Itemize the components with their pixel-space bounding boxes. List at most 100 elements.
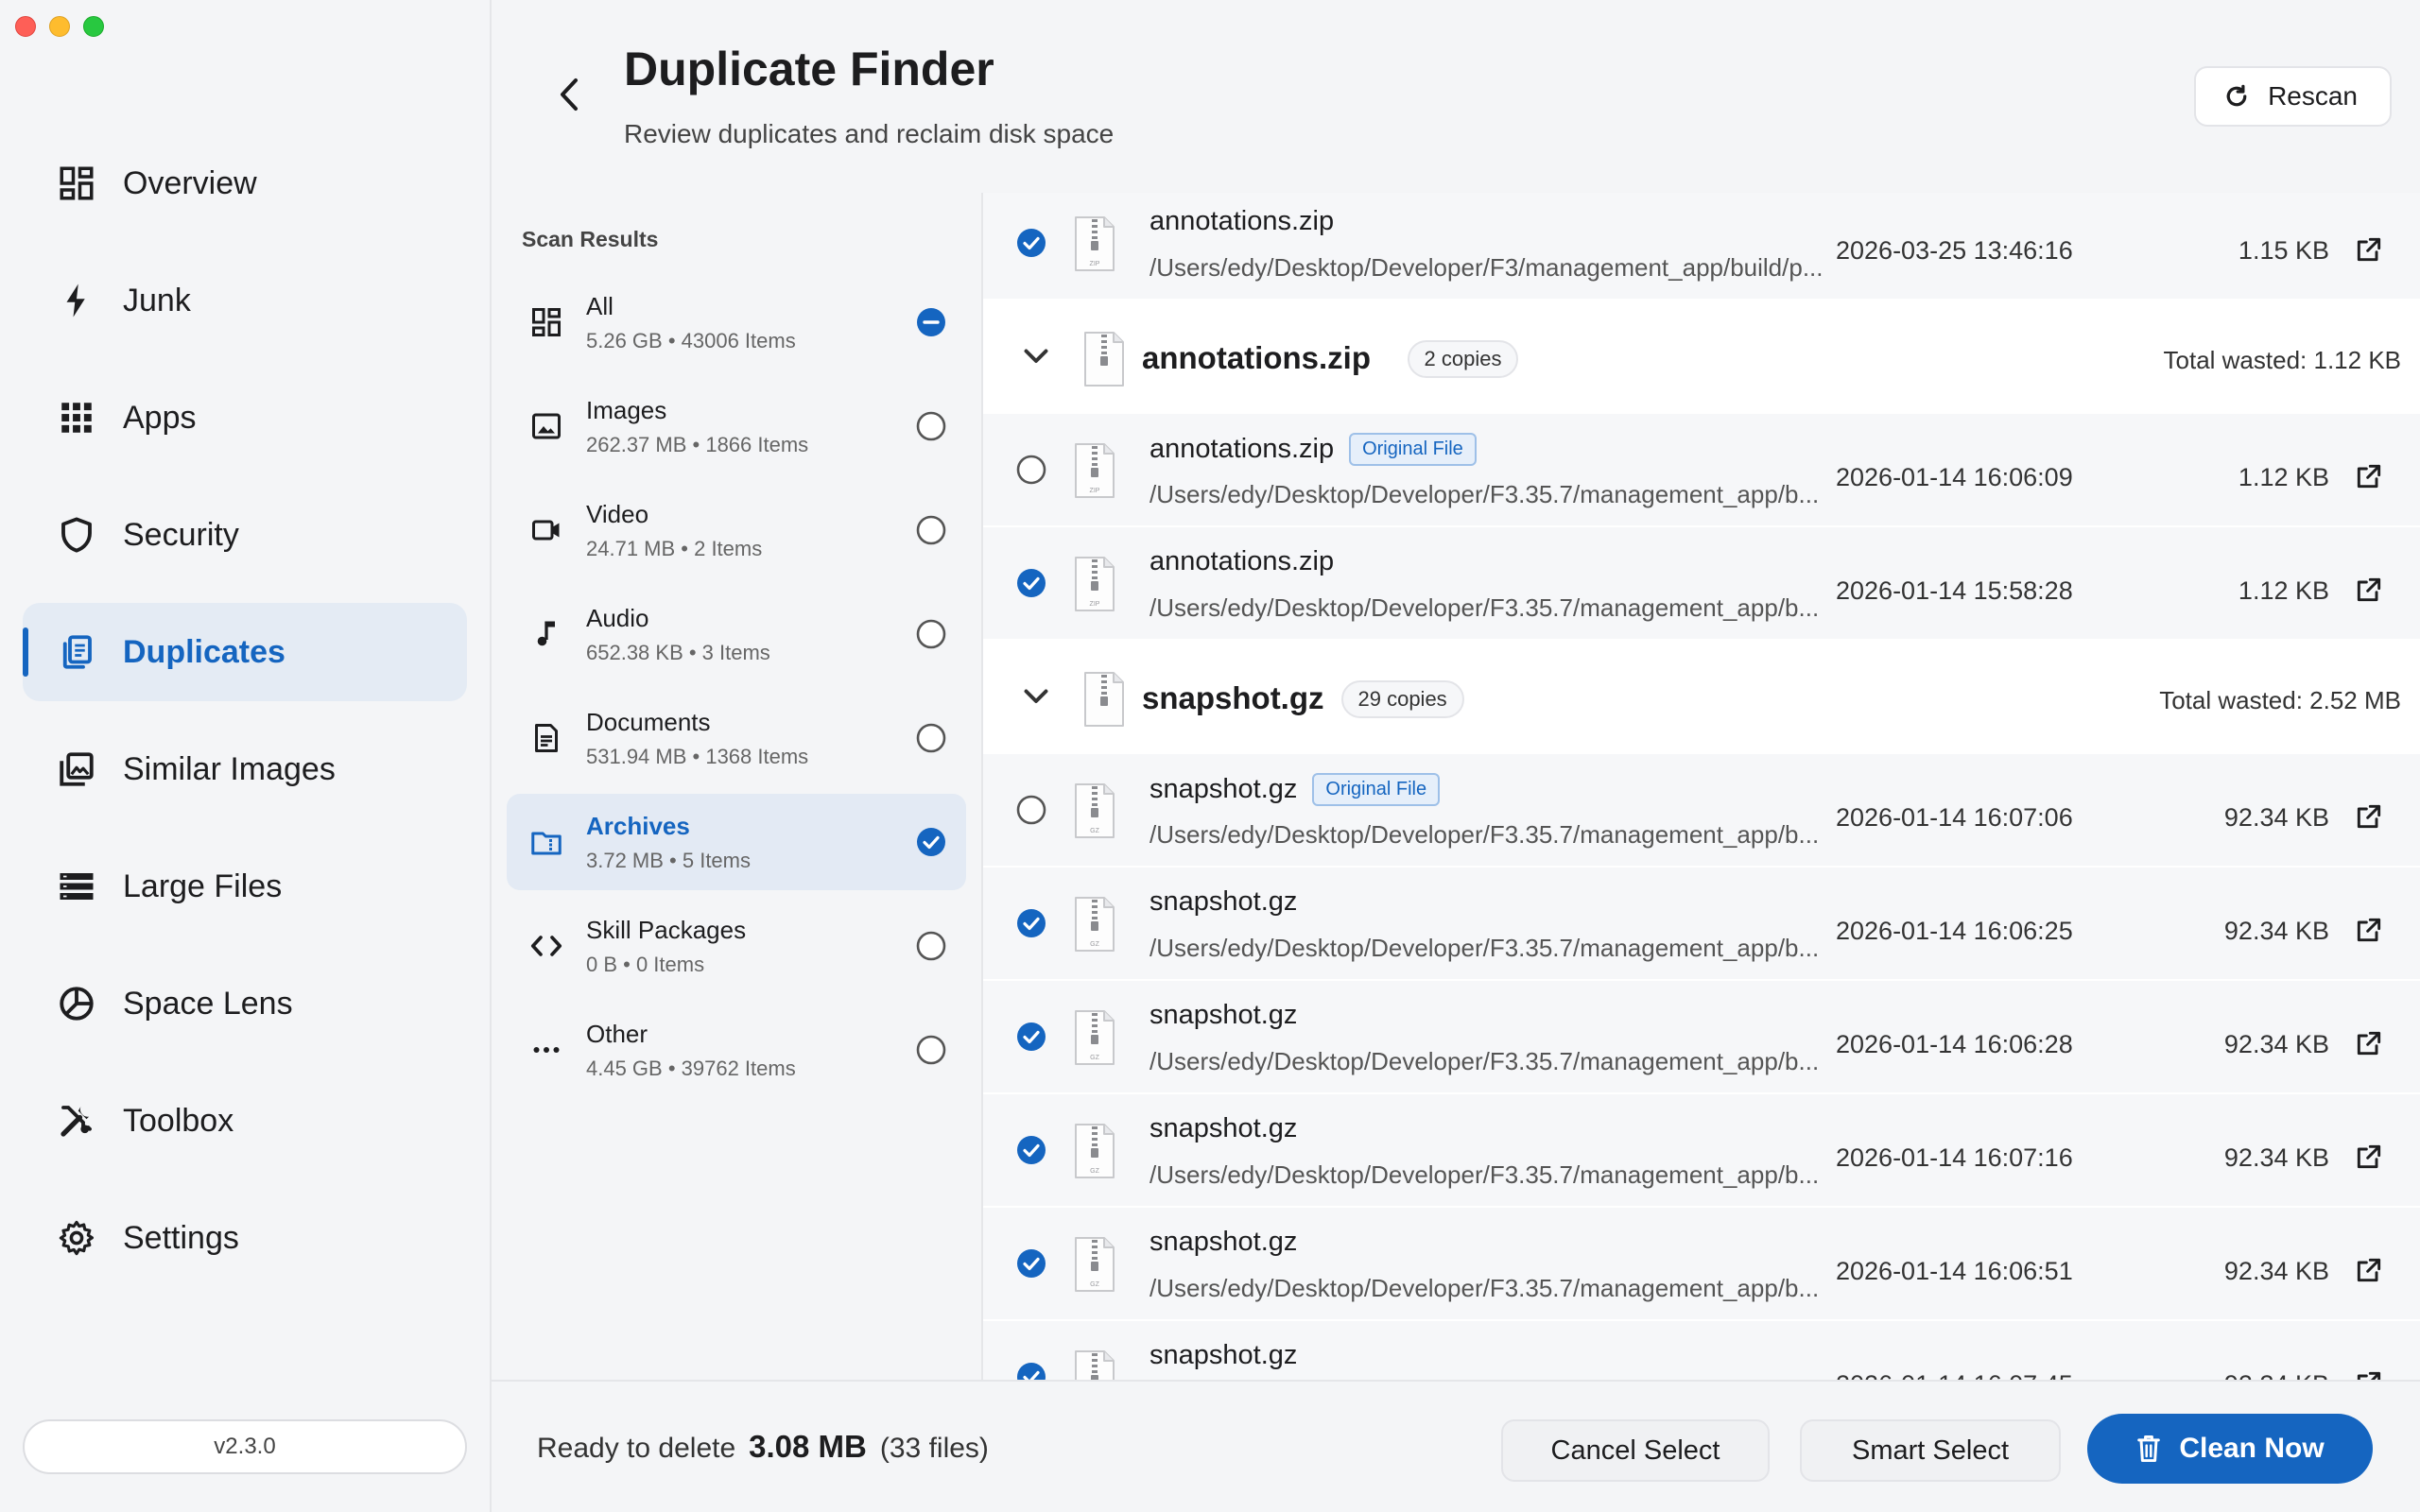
file-row[interactable]: GZsnapshot.gz/Users/edy/Desktop/Develope… <box>983 1094 2420 1208</box>
file-size: 92.34 KB <box>2223 803 2329 832</box>
dashboard-icon <box>527 303 565 341</box>
open-external-icon[interactable] <box>2354 1255 2384 1285</box>
trash-icon <box>2137 1435 2161 1463</box>
file-path: /Users/edy/Desktop/Developer/F3.35.7/man… <box>1150 820 1820 849</box>
file-date: 2026-03-25 13:46:16 <box>1836 236 2073 265</box>
sidebar-item-space-lens[interactable]: Space Lens <box>23 954 467 1053</box>
file-size: 92.34 KB <box>2223 1143 2329 1172</box>
sidebar-item-label: Security <box>123 516 239 553</box>
category-select-radio[interactable] <box>915 930 947 962</box>
category-select-radio[interactable] <box>915 410 947 442</box>
open-external-icon[interactable] <box>2354 801 2384 832</box>
category-video[interactable]: Video 24.71 MB • 2 Items <box>507 482 966 578</box>
chevron-down-icon[interactable] <box>1019 679 1053 713</box>
header: Duplicate Finder Review duplicates and r… <box>492 0 2420 193</box>
sidebar-item-similar-images[interactable]: Similar Images <box>23 720 467 818</box>
chevron-down-icon[interactable] <box>1019 338 1053 372</box>
version-label: v2.3.0 <box>23 1419 467 1474</box>
open-external-icon[interactable] <box>2354 575 2384 605</box>
category-skill-packages[interactable]: Skill Packages 0 B • 0 Items <box>507 898 966 994</box>
category-documents[interactable]: Documents 531.94 MB • 1368 Items <box>507 690 966 786</box>
file-row[interactable]: ZIP annotations.zip/Users/edy/Desktop/Dev… <box>983 193 2420 301</box>
open-external-icon[interactable] <box>2354 1028 2384 1058</box>
file-row[interactable]: GZsnapshot.gz/Users/edy/Desktop/Develope… <box>983 1208 2420 1321</box>
smart-select-button[interactable]: Smart Select <box>1800 1419 2061 1482</box>
duplicate-file-list[interactable]: ZIP annotations.zip/Users/edy/Desktop/Dev… <box>983 193 2420 1380</box>
file-row[interactable]: ZIP annotations.zip/Users/edy/Desktop/Dev… <box>983 527 2420 641</box>
close-window-button[interactable] <box>15 16 36 37</box>
pie-chart-icon <box>55 982 98 1025</box>
category-select-radio[interactable] <box>915 514 947 546</box>
archive-file-icon: GZ <box>1072 896 1117 957</box>
duplicate-group-header[interactable]: snapshot.gz 29 copies Total wasted: 2.52 M… <box>983 641 2420 754</box>
category-select-radio[interactable] <box>915 306 947 338</box>
file-row[interactable]: GZsnapshot.gz/Users/edy/Desktop/Develope… <box>983 981 2420 1094</box>
page-title: Duplicate Finder <box>624 43 994 95</box>
file-name: snapshot.gz <box>1150 1340 1298 1370</box>
duplicate-group-header[interactable]: annotations.zip 2 copies Total wasted: 1.1… <box>983 301 2420 414</box>
group-name: annotations.zip <box>1142 340 1371 375</box>
file-select-checkbox[interactable] <box>1015 1021 1049 1055</box>
file-select-checkbox[interactable] <box>1015 567 1049 601</box>
category-all[interactable]: All 5.26 GB • 43006 Items <box>507 274 966 370</box>
copies-badge: 29 copies <box>1340 680 1464 718</box>
category-select-radio[interactable] <box>915 618 947 650</box>
category-archives[interactable]: Archives 3.72 MB • 5 Items <box>507 794 966 890</box>
zoom-window-button[interactable] <box>83 16 104 37</box>
file-select-checkbox[interactable] <box>1015 454 1049 488</box>
back-button[interactable] <box>544 68 594 121</box>
gear-icon <box>55 1216 98 1260</box>
file-row[interactable]: GZsnapshot.gz/Users/edy/Desktop/Develope… <box>983 868 2420 981</box>
category-other[interactable]: Other 4.45 GB • 39762 Items <box>507 1002 966 1098</box>
file-name: annotations.zip <box>1150 434 1335 464</box>
sidebar-item-settings[interactable]: Settings <box>23 1189 467 1287</box>
category-select-radio[interactable] <box>915 722 947 754</box>
category-audio[interactable]: Audio 652.38 KB • 3 Items <box>507 586 966 682</box>
file-row[interactable]: ZIP annotations.zip Original File/Users/ed… <box>983 414 2420 527</box>
sidebar-item-security[interactable]: Security <box>23 486 467 584</box>
sidebar-item-overview[interactable]: Overview <box>23 134 467 232</box>
chevron-left-icon <box>561 78 578 111</box>
sidebar-item-junk[interactable]: Junk <box>23 251 467 350</box>
file-size: 92.34 KB <box>2223 917 2329 945</box>
image-icon <box>527 407 565 445</box>
file-select-checkbox[interactable] <box>1015 1134 1049 1168</box>
rescan-button[interactable]: Rescan <box>2194 66 2392 127</box>
total-wasted: Total wasted: 2.52 MB <box>2159 686 2401 714</box>
svg-text:GZ: GZ <box>1090 1055 1099 1061</box>
bolt-icon <box>55 279 98 322</box>
category-select-radio[interactable] <box>915 826 947 858</box>
folder-zip-icon <box>527 823 565 861</box>
clean-now-label: Clean Now <box>2179 1433 2325 1464</box>
minimize-window-button[interactable] <box>49 16 70 37</box>
clean-now-button[interactable]: Clean Now <box>2087 1414 2373 1484</box>
open-external-icon[interactable] <box>2354 915 2384 945</box>
file-select-checkbox[interactable] <box>1015 227 1049 261</box>
svg-text:GZ: GZ <box>1090 1281 1099 1288</box>
apps-grid-icon <box>55 396 98 439</box>
sidebar-item-toolbox[interactable]: Toolbox <box>23 1072 467 1170</box>
original-file-badge: Original File <box>1349 433 1477 466</box>
sidebar-item-label: Space Lens <box>123 985 293 1022</box>
file-select-checkbox[interactable] <box>1015 907 1049 941</box>
svg-text:ZIP: ZIP <box>1090 488 1100 494</box>
category-images[interactable]: Images 262.37 MB • 1866 Items <box>507 378 966 474</box>
category-name: Skill Packages <box>586 915 747 944</box>
cancel-select-button[interactable]: Cancel Select <box>1501 1419 1770 1482</box>
sidebar-item-large-files[interactable]: Large Files <box>23 837 467 936</box>
file-select-checkbox[interactable] <box>1015 794 1049 828</box>
category-select-radio[interactable] <box>915 1034 947 1066</box>
file-row[interactable]: GZsnapshot.gz/Users/edy/Desktop/Develope… <box>983 1321 2420 1380</box>
open-external-icon[interactable] <box>2354 461 2384 491</box>
copies-badge: 2 copies <box>1407 340 1519 378</box>
file-date: 2026-01-14 16:06:25 <box>1836 917 2073 945</box>
sidebar-item-apps[interactable]: Apps <box>23 369 467 467</box>
archive-file-icon <box>1081 331 1127 392</box>
sidebar-item-duplicates[interactable]: Duplicates <box>23 603 467 701</box>
open-external-icon[interactable] <box>2354 1368 2384 1380</box>
file-select-checkbox[interactable] <box>1015 1361 1049 1380</box>
file-row[interactable]: GZ snapshot.gz Original File/Users/edy/Des… <box>983 754 2420 868</box>
file-select-checkbox[interactable] <box>1015 1247 1049 1281</box>
open-external-icon[interactable] <box>2354 1142 2384 1172</box>
open-external-icon[interactable] <box>2354 234 2384 265</box>
